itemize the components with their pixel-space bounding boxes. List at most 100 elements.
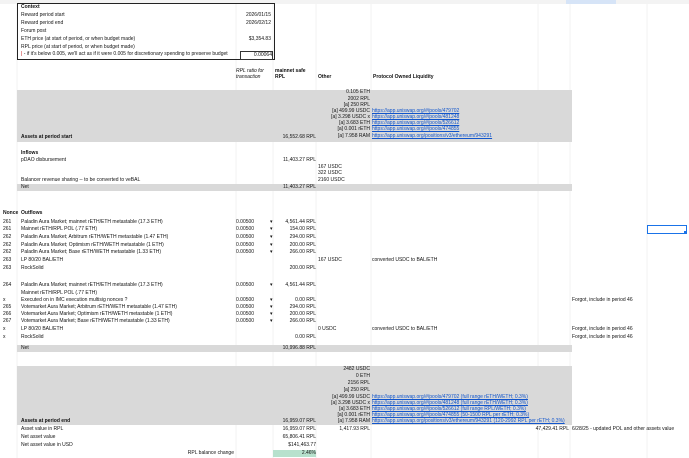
outflow-mainnet-rpl[interactable]: 4,561.44 RPL	[273, 282, 316, 289]
dropdown-chevron-icon[interactable]: ▾	[270, 297, 273, 304]
outflow-nonce: 264	[3, 282, 12, 288]
ratio-header-2: transaction	[236, 74, 261, 80]
pool-link[interactable]: https://app.uniswap.org/#/pools/474855	[372, 126, 459, 133]
context-value[interactable]: 2026/02/12	[226, 20, 271, 27]
asset-value-rpl-other[interactable]: 1,417.93 RPL	[316, 426, 370, 433]
asset-value-note: 6/28/25 - updated POL and other assets v…	[572, 426, 675, 432]
outflow-ratio[interactable]: 0.00500	[236, 242, 254, 249]
outflow-mainnet-rpl[interactable]: 294.00 RPL	[273, 304, 316, 311]
outflow-mainnet-rpl[interactable]: 0.00 RPL	[273, 334, 316, 341]
asset-value-rpl[interactable]: 16,959.07 RPL	[273, 426, 316, 433]
outflow-pol-note: converted USDC to BAL/ETH	[372, 326, 438, 332]
dropdown-chevron-icon[interactable]: ▾	[270, 318, 273, 325]
assets-start-rpl[interactable]: 16,552.68 RPL	[273, 134, 316, 141]
outflow-description: Paladin Aura Market; Base rETH/WETH meta…	[21, 249, 162, 255]
asset-value-rpl-total[interactable]: 47,429.41 RPL	[500, 426, 569, 433]
mainnet-header-2: RPL	[275, 74, 285, 80]
outflow-mainnet-rpl[interactable]: 266.00 RPL	[273, 318, 316, 325]
rpl-price-cell[interactable]: 0.00064	[240, 51, 273, 60]
dropdown-chevron-icon[interactable]: ▾	[270, 249, 273, 256]
dropdown-chevron-icon[interactable]: ▾	[270, 311, 273, 318]
outflow-nonce: 262	[3, 249, 12, 255]
outflow-pol-note: converted USDC to BAL/ETH	[372, 257, 438, 263]
context-label: Reward period end	[21, 20, 64, 26]
outflow-description: RockSolid	[21, 265, 44, 271]
rpl-change-value[interactable]: 2.46%	[273, 450, 316, 457]
outflow-mainnet-rpl[interactable]: 200.00 RPL	[273, 311, 316, 318]
outflow-description: Votemarket Aura Market; Optimism rETH/WE…	[21, 311, 173, 317]
pdao-value[interactable]: 11,403.27 RPL	[273, 157, 316, 164]
outflow-ratio[interactable]: 0.00500	[236, 219, 254, 226]
outflow-net-value[interactable]: 10,996.88 RPL	[273, 345, 316, 352]
assets-end-rpl[interactable]: 16,959.07 RPL	[273, 418, 316, 425]
balancer-label: Balancer revenue sharing -- to be conver…	[21, 177, 141, 183]
outflow-ratio[interactable]: 0.00500	[236, 282, 254, 289]
asset-other: [a] 0.001 rETH	[337, 126, 370, 132]
inflows-title: Inflows	[21, 150, 39, 156]
outflow-nonce: 263	[3, 265, 12, 271]
rpl-change-label: RPL balance change	[187, 450, 234, 456]
assets-end-label: Assets at period end	[21, 418, 71, 424]
fill-handle[interactable]	[684, 231, 687, 234]
outflow-mainnet-rpl[interactable]: 200.00 RPL	[273, 242, 316, 249]
outflow-description: Paladin Aura Market; mainnet rETH/ETH me…	[21, 219, 163, 225]
asset-end-other: 0 ETH	[355, 373, 370, 379]
outflow-ratio[interactable]: 0.00500	[236, 304, 254, 311]
pool-link[interactable]: https://app.uniswap.org/positions/v3/eth…	[372, 418, 565, 425]
inflow-net-label: Net	[21, 184, 29, 190]
context-label: ETH price (at start of period, or when b…	[21, 36, 136, 42]
outflow-description: Mainnet rETH/RPL POL (.77 ETH)	[21, 226, 98, 232]
outflow-description: Votemarket Aura Market; Arbitrum rETH/WE…	[21, 304, 177, 310]
inflow-other: 322 USDC	[318, 170, 342, 176]
pdao-label: pDAO disbursement	[21, 157, 67, 163]
context-value[interactable]: $3,354.83	[226, 36, 271, 43]
outflow-nonce: 267	[3, 318, 12, 324]
outflow-mainnet-rpl[interactable]: 266.00 RPL	[273, 249, 316, 256]
other-header: Other	[318, 74, 332, 80]
outflow-nonce: 266	[3, 311, 12, 317]
asset-end-other: 2482 USDC	[343, 366, 370, 372]
outflow-mainnet-rpl[interactable]: 0.00 RPL	[273, 297, 316, 304]
dropdown-chevron-icon[interactable]: ▾	[270, 282, 273, 289]
context-note: | - if it's below 0.005, we'll act as if…	[21, 51, 228, 57]
outflow-other: 0 USDC	[318, 326, 337, 332]
selected-cell[interactable]	[647, 225, 687, 234]
outflow-ratio[interactable]: 0.00500	[236, 297, 254, 304]
outflow-mainnet-rpl[interactable]: 294.00 RPL	[273, 234, 316, 241]
pool-link[interactable]: https://app.uniswap.org/positions/v3/eth…	[372, 133, 492, 140]
nav-label: Net asset value	[21, 434, 56, 440]
outflow-nonce: x	[3, 334, 6, 340]
outflow-mainnet-rpl[interactable]: 154.00 RPL	[273, 226, 316, 233]
outflow-nonce: 262	[3, 242, 12, 248]
dropdown-chevron-icon[interactable]: ▾	[270, 226, 273, 233]
outflow-ratio[interactable]: 0.00500	[236, 226, 254, 233]
nav-usd-value[interactable]: $141,463.77	[273, 442, 316, 449]
inflow-net-value[interactable]: 11,403.27 RPL	[273, 184, 316, 191]
dropdown-chevron-icon[interactable]: ▾	[270, 234, 273, 241]
context-label: Reward period start	[21, 12, 65, 18]
nav-usd-label: Net asset value in USD	[21, 442, 73, 448]
outflow-note: Forgot, include in period 46	[572, 326, 633, 332]
outflow-ratio[interactable]: 0.00500	[236, 249, 254, 256]
nonce-header: Nonce	[3, 210, 19, 216]
context-value[interactable]: 2026/01/15	[226, 12, 271, 19]
dropdown-chevron-icon[interactable]: ▾	[270, 304, 273, 311]
dropdown-chevron-icon[interactable]: ▾	[270, 219, 273, 226]
outflow-ratio[interactable]: 0.00500	[236, 311, 254, 318]
outflow-nonce: x	[3, 297, 6, 303]
outflow-note: Forgot, include in period 46	[572, 297, 633, 303]
outflow-ratio[interactable]: 0.00500	[236, 234, 254, 241]
outflow-note: Forgot, include in period 46	[572, 334, 633, 340]
outflow-ratio[interactable]: 0.00500	[236, 318, 254, 325]
nav-value[interactable]: 65,806.41 RPL	[273, 434, 316, 441]
outflow-nonce: 262	[3, 234, 12, 240]
inflow-other: 2160 USDC	[318, 177, 345, 183]
outflow-mainnet-rpl[interactable]: 200.00 RPL	[273, 265, 316, 272]
outflows-title: Outflows	[21, 210, 43, 216]
outflow-description: Paladin Aura Market; Optimism rETH/WETH …	[21, 242, 164, 248]
dropdown-chevron-icon[interactable]: ▾	[270, 242, 273, 249]
context-label: Forum post	[21, 28, 47, 34]
context-label: RPL price (at start of period, or when b…	[21, 44, 135, 50]
asset-end-other: 2156 RPL	[347, 380, 370, 386]
outflow-mainnet-rpl[interactable]: 4,561.44 RPL	[273, 219, 316, 226]
